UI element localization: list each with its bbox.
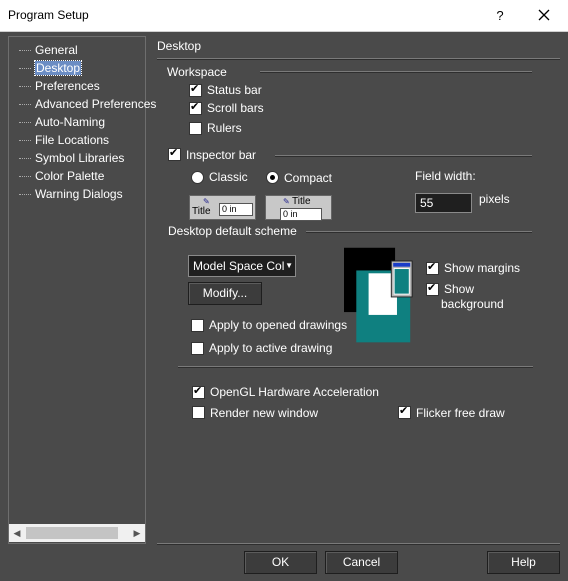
status-bar-checkbox[interactable] bbox=[189, 83, 202, 97]
render-new-window-label: Render new window bbox=[210, 406, 319, 420]
compact-preview: ✎ Title 0 in bbox=[265, 195, 332, 221]
apply-active-label: Apply to active drawing bbox=[209, 341, 333, 355]
scheme-select-value: Model Space Col bbox=[193, 259, 285, 273]
context-help-button[interactable]: ? bbox=[482, 4, 518, 28]
cancel-button[interactable]: Cancel bbox=[325, 551, 398, 574]
scheme-preview bbox=[344, 247, 413, 343]
apply-opened-checkbox[interactable] bbox=[191, 319, 204, 332]
opengl-checkbox[interactable] bbox=[192, 385, 205, 399]
divider bbox=[260, 71, 532, 73]
close-button[interactable] bbox=[524, 4, 564, 28]
tree-item-label: Auto-Naming bbox=[35, 115, 106, 129]
tree-item-label: Advanced Preferences bbox=[35, 97, 157, 111]
compact-label: Compact bbox=[284, 171, 333, 185]
tree-item-color-palette[interactable]: Color Palette bbox=[19, 169, 104, 183]
scheme-group-label: Desktop default scheme bbox=[168, 224, 297, 238]
pin-icon: ✎ bbox=[283, 197, 290, 206]
chevron-down-icon: ▼ bbox=[285, 261, 293, 270]
tree-item-warning-dialogs[interactable]: Warning Dialogs bbox=[19, 187, 123, 201]
flicker-free-label: Flicker free draw bbox=[416, 406, 505, 420]
tree-item-label: Warning Dialogs bbox=[35, 187, 123, 201]
divider bbox=[306, 231, 532, 233]
scroll-bars-label: Scroll bars bbox=[207, 101, 264, 115]
preview-window-content bbox=[393, 268, 410, 295]
show-background-checkbox[interactable] bbox=[426, 282, 439, 296]
tree-item-label: File Locations bbox=[35, 133, 110, 147]
tree-item-desktop[interactable]: Desktop bbox=[19, 60, 83, 76]
scroll-left-icon[interactable]: ◀ bbox=[9, 524, 25, 542]
divider bbox=[157, 58, 560, 60]
pixels-label: pixels bbox=[479, 192, 510, 206]
tree-item-advanced-preferences[interactable]: Advanced Preferences bbox=[19, 97, 156, 111]
scrollbar-thumb[interactable] bbox=[26, 527, 118, 539]
modify-button[interactable]: Modify... bbox=[188, 282, 262, 305]
scroll-bars-checkbox[interactable] bbox=[189, 101, 202, 115]
workspace-group-label: Workspace bbox=[167, 65, 227, 79]
ok-button[interactable]: OK bbox=[244, 551, 317, 574]
inspector-bar-checkbox[interactable] bbox=[168, 147, 181, 161]
divider bbox=[157, 543, 560, 545]
apply-active-checkbox[interactable] bbox=[191, 342, 204, 355]
scroll-right-icon[interactable]: ▶ bbox=[129, 524, 145, 542]
tree-item-file-locations[interactable]: File Locations bbox=[19, 133, 109, 147]
tree-item-label: Desktop bbox=[33, 60, 83, 76]
window-title: Program Setup bbox=[8, 8, 89, 22]
scheme-select[interactable]: Model Space Col ▼ bbox=[188, 255, 296, 277]
preview-title-text: Title bbox=[292, 196, 311, 207]
divider bbox=[275, 155, 532, 157]
close-icon bbox=[538, 9, 550, 21]
opengl-label: OpenGL Hardware Acceleration bbox=[210, 385, 379, 399]
pin-icon: ✎ bbox=[203, 197, 210, 206]
preview-window-titlebar bbox=[393, 262, 411, 267]
show-background-label-2: background bbox=[441, 297, 504, 311]
tree-item-general[interactable]: General bbox=[19, 43, 78, 57]
title-bar: Program Setup ? bbox=[0, 0, 568, 32]
tree-item-label: Symbol Libraries bbox=[35, 151, 125, 165]
tree-item-preferences[interactable]: Preferences bbox=[19, 79, 100, 93]
tree-item-label: General bbox=[35, 43, 78, 57]
tree-item-symbol-libraries[interactable]: Symbol Libraries bbox=[19, 151, 124, 165]
show-margins-label: Show margins bbox=[444, 261, 521, 275]
rulers-label: Rulers bbox=[207, 121, 242, 135]
compact-radio[interactable] bbox=[266, 171, 279, 184]
tree-horizontal-scrollbar[interactable]: ◀ ▶ bbox=[9, 524, 145, 542]
divider bbox=[178, 366, 533, 368]
tree-item-label: Color Palette bbox=[35, 169, 105, 183]
preview-value-field: 0 in bbox=[219, 203, 253, 216]
classic-label: Classic bbox=[209, 170, 248, 184]
classic-preview: ✎ Title 0 in bbox=[189, 195, 256, 220]
apply-opened-label: Apply to opened drawings bbox=[209, 318, 348, 332]
help-button[interactable]: Help bbox=[487, 551, 560, 574]
preview-title-text: Title bbox=[192, 206, 211, 217]
render-new-window-checkbox[interactable] bbox=[192, 406, 205, 419]
show-margins-checkbox[interactable] bbox=[426, 261, 439, 275]
tree-item-auto-naming[interactable]: Auto-Naming bbox=[19, 115, 105, 129]
preview-value-field: 0 in bbox=[280, 208, 322, 221]
page-title: Desktop bbox=[157, 39, 202, 53]
classic-radio[interactable] bbox=[191, 171, 204, 184]
field-width-label: Field width: bbox=[415, 169, 476, 183]
tree-item-label: Preferences bbox=[35, 79, 100, 93]
settings-tree: General Desktop Preferences Advanced Pre… bbox=[8, 36, 156, 544]
rulers-checkbox[interactable] bbox=[189, 122, 202, 135]
flicker-free-checkbox[interactable] bbox=[398, 405, 411, 419]
inspector-bar-label: Inspector bar bbox=[186, 148, 257, 162]
show-background-label-1: Show bbox=[444, 282, 475, 296]
status-bar-label: Status bar bbox=[207, 83, 262, 97]
field-width-input[interactable]: 55 bbox=[415, 193, 472, 213]
